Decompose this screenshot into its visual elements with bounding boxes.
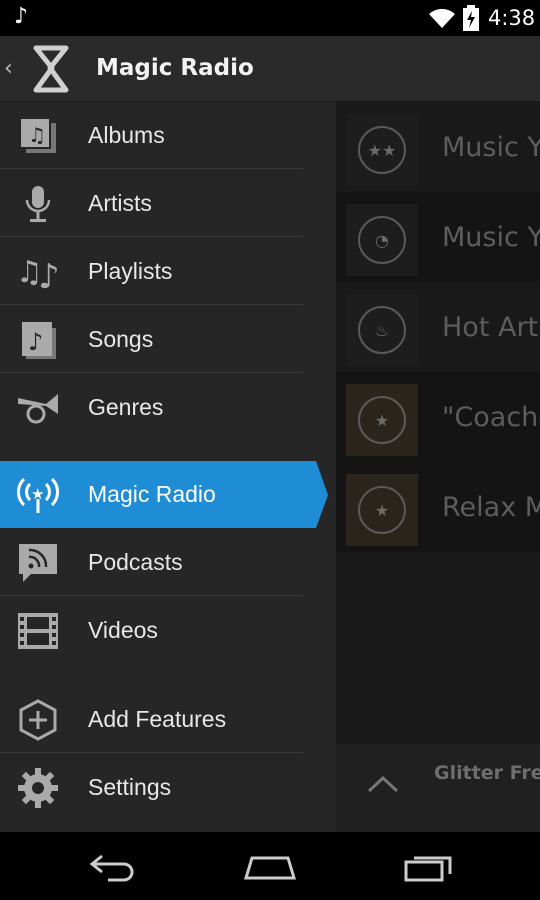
nav-home-icon[interactable] bbox=[242, 850, 298, 882]
station-name: Relax M bbox=[442, 492, 540, 523]
app-logo-icon[interactable] bbox=[30, 44, 72, 94]
chevron-left-icon[interactable]: ‹ bbox=[4, 56, 13, 81]
drawer-item-genres[interactable]: Genres bbox=[0, 374, 302, 441]
drawer-item-label: Genres bbox=[88, 394, 164, 420]
drawer-item-label: Settings bbox=[88, 774, 172, 800]
stars-icon: ★★ bbox=[358, 126, 406, 174]
drawer-item-albums[interactable]: ♫ Albums bbox=[0, 102, 302, 169]
svg-text:♫: ♫ bbox=[28, 123, 46, 147]
list-item[interactable]: ★ Relax M bbox=[336, 462, 540, 552]
status-bar: ♪ 4:38 bbox=[0, 0, 540, 36]
drawer-item-podcasts[interactable]: Podcasts bbox=[0, 529, 302, 596]
drawer-item-label: Playlists bbox=[88, 258, 173, 284]
list-item[interactable]: ★★ Music Y bbox=[336, 102, 540, 192]
list-item[interactable]: ♨ Hot Arti bbox=[336, 282, 540, 372]
action-bar: ‹ Magic Radio bbox=[0, 36, 540, 102]
song-icon: ♪ bbox=[16, 318, 60, 362]
nav-back-icon[interactable] bbox=[88, 850, 138, 882]
svg-text:♪: ♪ bbox=[38, 257, 60, 292]
wifi-icon bbox=[429, 8, 455, 28]
add-hexagon-icon bbox=[16, 698, 60, 742]
drawer-item-label: Magic Radio bbox=[88, 481, 216, 507]
podcast-icon bbox=[16, 541, 60, 585]
drawer-item-videos[interactable]: Videos bbox=[0, 597, 302, 664]
radar-icon: ◔ bbox=[358, 216, 406, 264]
music-note-icon: ♪ bbox=[14, 4, 29, 29]
drawer-item-magic-radio[interactable]: ★ Magic Radio bbox=[0, 461, 328, 528]
now-playing-title: Glitter Free bbox=[434, 762, 540, 784]
station-name: Music Y bbox=[442, 132, 540, 163]
genres-horn-icon bbox=[16, 386, 60, 430]
station-name: Music Y bbox=[442, 222, 540, 253]
albums-icon: ♫ bbox=[16, 114, 60, 158]
drawer-item-artists[interactable]: Artists bbox=[0, 170, 302, 237]
drawer-item-label: Artists bbox=[88, 190, 152, 216]
nav-recents-icon[interactable] bbox=[404, 850, 454, 882]
mini-player[interactable]: Glitter Free bbox=[336, 744, 540, 832]
list-item[interactable]: ★ "Coache bbox=[336, 372, 540, 462]
list-item[interactable]: ◔ Music Y bbox=[336, 192, 540, 282]
drawer-item-settings[interactable]: Settings bbox=[0, 754, 302, 821]
radio-star-icon: ★ bbox=[358, 486, 406, 534]
drawer-item-playlists[interactable]: ♫ ♪ Playlists bbox=[0, 238, 302, 305]
navigation-drawer: ♫ Albums Artists ♫ ♪ Playlists ♪ Songs Ge… bbox=[0, 102, 336, 832]
microphone-icon bbox=[16, 182, 60, 226]
system-nav-bar bbox=[0, 832, 540, 900]
battery-charging-icon bbox=[463, 5, 479, 31]
drawer-item-label: Add Features bbox=[88, 706, 227, 732]
radio-star-icon: ★ bbox=[358, 396, 406, 444]
drawer-item-songs[interactable]: ♪ Songs bbox=[0, 306, 302, 373]
gear-icon bbox=[16, 766, 60, 810]
clock: 4:38 bbox=[488, 6, 536, 30]
drawer-item-add-features[interactable]: Add Features bbox=[0, 686, 302, 753]
station-name: "Coache bbox=[442, 402, 540, 433]
radio-antenna-icon: ★ bbox=[16, 473, 60, 517]
flame-icon: ♨ bbox=[358, 306, 406, 354]
drawer-item-label: Podcasts bbox=[88, 549, 183, 575]
drawer-item-label: Videos bbox=[88, 617, 158, 643]
page-title: Magic Radio bbox=[96, 55, 254, 81]
svg-text:♪: ♪ bbox=[28, 328, 43, 356]
chevron-up-icon[interactable] bbox=[366, 774, 400, 794]
film-icon bbox=[16, 609, 60, 653]
station-name: Hot Arti bbox=[442, 312, 540, 343]
drawer-item-label: Albums bbox=[88, 122, 165, 148]
station-list: ★★ Music Y ◔ Music Y ♨ Hot Arti ★ "Coach… bbox=[336, 102, 540, 744]
playlist-icon: ♫ ♪ bbox=[16, 250, 60, 294]
drawer-item-label: Songs bbox=[88, 326, 154, 352]
